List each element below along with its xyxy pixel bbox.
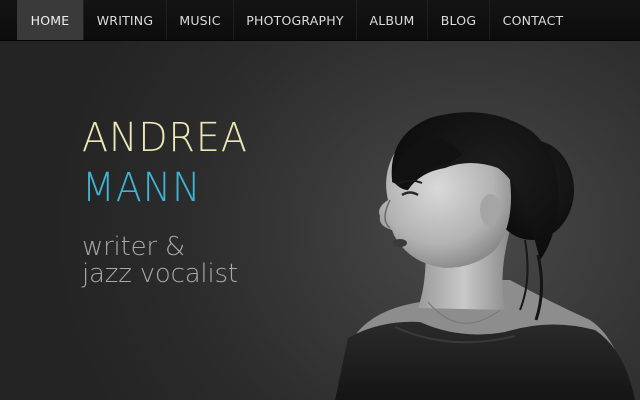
mouth [393,239,407,247]
main-navigation: HOME WRITING MUSIC PHOTOGRAPHY ALBUM BLO… [0,0,640,41]
page: HOME WRITING MUSIC PHOTOGRAPHY ALBUM BLO… [0,0,640,400]
nav-item-contact[interactable]: CONTACT [490,0,576,40]
nav-item-album[interactable]: ALBUM [357,0,428,40]
hero-first-name: ANDREA [82,115,248,161]
hero-last-name: MANN [82,165,202,211]
nav-item-music[interactable]: MUSIC [167,0,234,40]
nav-item-writing[interactable]: WRITING [84,0,167,40]
ear [480,194,500,226]
hero-tagline-line1: writer & [82,232,185,262]
nav-item-blog[interactable]: BLOG [428,0,490,40]
hero-tagline-line2: jazz vocalist [82,259,238,289]
nav-item-home[interactable]: HOME [17,0,84,40]
portrait-photo [335,112,635,400]
nav-item-photography[interactable]: PHOTOGRAPHY [234,0,357,40]
